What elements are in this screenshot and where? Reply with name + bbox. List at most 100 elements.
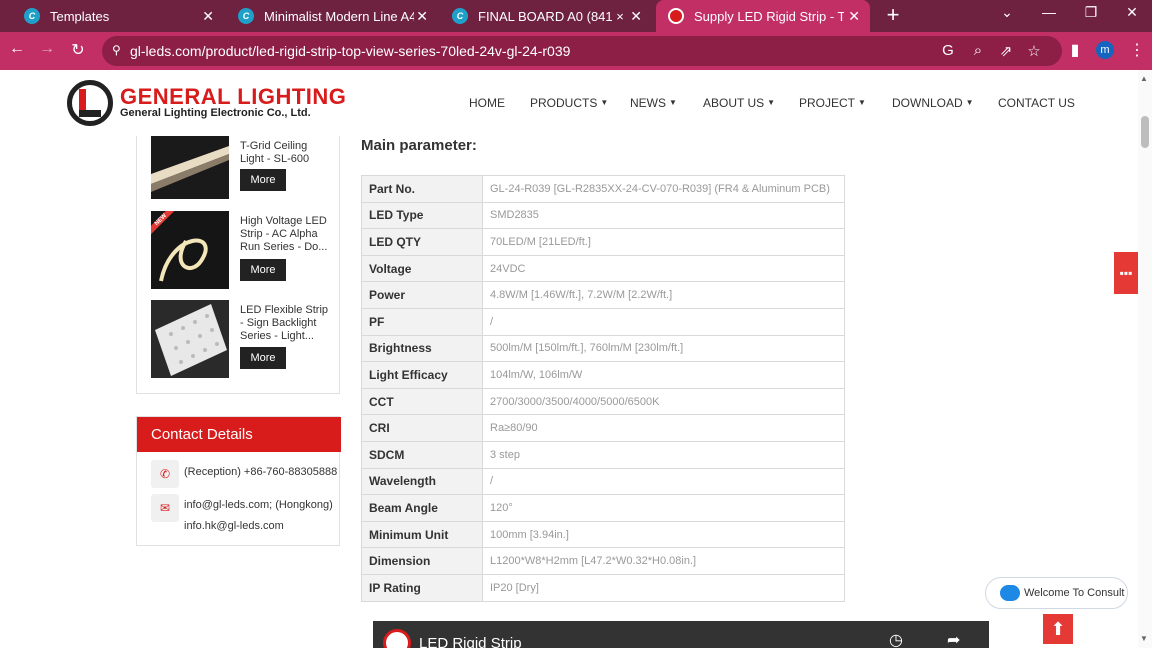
canva-icon: C bbox=[238, 8, 254, 24]
tab-title: Supply LED Rigid Strip - Top-Vi bbox=[694, 8, 844, 24]
site-header: GENERAL LIGHTING General Lighting Electr… bbox=[0, 70, 1138, 136]
nav-about-us[interactable]: ABOUT US ▼ bbox=[703, 96, 775, 110]
tab-final-board[interactable]: C FINAL BOARD A0 (841 × 1189 r ✕ bbox=[452, 0, 652, 32]
nav-products[interactable]: PRODUCTS ▼ bbox=[530, 96, 608, 110]
nav-download[interactable]: DOWNLOAD ▼ bbox=[892, 96, 974, 110]
param-key: Dimension bbox=[361, 547, 483, 575]
close-tab-icon[interactable]: ✕ bbox=[202, 8, 214, 25]
param-key: Light Efficacy bbox=[361, 361, 483, 389]
param-value: 4.8W/M [1.46W/ft.], 7.2W/M [2.2W/ft.] bbox=[482, 281, 845, 309]
nav-contact-us[interactable]: CONTACT US bbox=[998, 96, 1075, 110]
back-to-top-button[interactable]: ⬆ bbox=[1043, 614, 1073, 644]
scrollbar[interactable]: ▲ ▼ bbox=[1138, 70, 1152, 648]
tab-strip: C Templates ✕ C Minimalist Modern Line A… bbox=[0, 0, 1152, 32]
video-player[interactable]: LED Rigid Strip ◷ ➦ bbox=[373, 621, 989, 648]
param-value: 2700/3000/3500/4000/5000/6500K bbox=[482, 387, 845, 416]
contact-email-hk[interactable]: info.hk@gl-leds.com bbox=[184, 520, 284, 532]
profile-avatar[interactable]: m bbox=[1096, 41, 1114, 59]
forward-button[interactable]: → bbox=[36, 40, 58, 58]
video-title[interactable]: LED Rigid Strip bbox=[419, 635, 522, 648]
table-row: IP Rating IP20 [Dry] bbox=[361, 573, 845, 602]
more-button[interactable]: More bbox=[240, 347, 286, 369]
caret-down-icon: ▼ bbox=[669, 98, 677, 107]
table-row: Dimension L1200*W8*H2mm [L47.2*W0.32*H0.0… bbox=[361, 547, 845, 575]
param-value: 24VDC bbox=[482, 254, 845, 283]
logo-subtitle: General Lighting Electronic Co., Ltd. bbox=[120, 107, 311, 119]
general-lighting-logo-icon[interactable] bbox=[67, 80, 113, 126]
side-panel-icon[interactable]: ▮ bbox=[1064, 40, 1086, 60]
nav-label: CONTACT US bbox=[998, 96, 1075, 110]
param-value: 70LED/M [21LED/ft.] bbox=[482, 228, 845, 256]
product-image[interactable] bbox=[151, 136, 229, 199]
nav-label: NEWS bbox=[630, 96, 666, 110]
chat-icon[interactable]: ▪▪▪ bbox=[1114, 252, 1138, 294]
param-value: 3 step bbox=[482, 440, 845, 469]
table-row: LED Type SMD2835 bbox=[361, 201, 845, 230]
param-value: 500lm/M [150lm/ft.], 760lm/M [230lm/ft.] bbox=[482, 334, 845, 363]
more-button[interactable]: More bbox=[240, 259, 286, 281]
close-tab-icon[interactable]: ✕ bbox=[848, 8, 860, 25]
param-key: LED QTY bbox=[361, 228, 483, 256]
tab-minimalist[interactable]: C Minimalist Modern Line A4 Stat ✕ bbox=[238, 0, 438, 32]
minimize-button[interactable]: — bbox=[1038, 4, 1060, 20]
scroll-up-icon[interactable]: ▲ bbox=[1140, 74, 1148, 83]
new-tab-button[interactable]: + bbox=[880, 3, 906, 29]
param-key: Voltage bbox=[361, 254, 483, 283]
param-key: CRI bbox=[361, 414, 483, 442]
param-key: LED Type bbox=[361, 201, 483, 230]
close-tab-icon[interactable]: ✕ bbox=[416, 8, 428, 25]
address-bar[interactable]: ⚲ gl-leds.com/product/led-rigid-strip-to… bbox=[102, 36, 1062, 66]
caret-down-icon: ▼ bbox=[965, 98, 974, 107]
watch-later-icon[interactable]: ◷ bbox=[889, 630, 903, 648]
param-key: Beam Angle bbox=[361, 494, 483, 522]
table-row: LED QTY 70LED/M [21LED/ft.] bbox=[361, 228, 845, 256]
table-row: Power 4.8W/M [1.46W/ft.], 7.2W/M [2.2W/ft… bbox=[361, 281, 845, 309]
back-button[interactable]: ← bbox=[6, 40, 28, 58]
table-row: Part No. GL-24-R039 [GL-R2835XX-24-CV-070… bbox=[361, 175, 845, 203]
contact-email[interactable]: info@gl-leds.com; (Hongkong) bbox=[184, 499, 333, 511]
scroll-down-icon[interactable]: ▼ bbox=[1140, 634, 1148, 643]
toolbar: ← → ↻ ⚲ gl-leds.com/product/led-rigid-st… bbox=[0, 32, 1152, 70]
share-icon[interactable]: ⇗ bbox=[996, 42, 1016, 60]
param-key: Brightness bbox=[361, 334, 483, 363]
table-row: PF / bbox=[361, 307, 845, 336]
share-icon[interactable]: ➦ bbox=[947, 630, 960, 648]
reload-button[interactable]: ↻ bbox=[67, 40, 89, 60]
scrollbar-thumb[interactable] bbox=[1141, 116, 1149, 148]
table-row: Light Efficacy 104lm/W, 106lm/W bbox=[361, 361, 845, 389]
product-name[interactable]: T-Grid Ceiling Light - SL-600 bbox=[240, 140, 332, 166]
nav-news[interactable]: NEWS ▼ bbox=[630, 96, 677, 110]
tab-templates[interactable]: C Templates ✕ bbox=[24, 0, 224, 32]
param-key: Wavelength bbox=[361, 467, 483, 496]
product-name[interactable]: High Voltage LED Strip - AC Alpha Run Se… bbox=[240, 215, 332, 254]
restore-button[interactable]: ❐ bbox=[1080, 4, 1102, 21]
table-row: Brightness 500lm/M [150lm/ft.], 760lm/M [… bbox=[361, 334, 845, 363]
table-row: Beam Angle 120° bbox=[361, 494, 845, 522]
close-window-button[interactable]: ✕ bbox=[1121, 4, 1143, 21]
bookmark-star-icon[interactable]: ☆ bbox=[1024, 42, 1044, 60]
nav-home[interactable]: HOME bbox=[469, 96, 505, 110]
param-key: SDCM bbox=[361, 440, 483, 469]
parameter-table: Part No. GL-24-R039 [GL-R2835XX-24-CV-070… bbox=[361, 175, 845, 602]
nav-project[interactable]: PROJECT ▼ bbox=[799, 96, 866, 110]
tab-search-icon[interactable]: ⌄ bbox=[996, 4, 1018, 21]
nav-label: HOME bbox=[469, 96, 505, 110]
more-button[interactable]: More bbox=[240, 169, 286, 191]
param-value: IP20 [Dry] bbox=[482, 573, 845, 602]
google-icon[interactable]: G bbox=[938, 42, 958, 59]
product-image[interactable]: NEW bbox=[151, 211, 229, 289]
contact-phone: (Reception) +86-760-88305888 bbox=[184, 466, 338, 478]
consult-label: Welcome To Consult bbox=[1024, 587, 1125, 599]
nav-label: DOWNLOAD bbox=[892, 96, 963, 110]
product-name[interactable]: LED Flexible Strip - Sign Backlight Seri… bbox=[240, 304, 332, 343]
more-menu-icon[interactable]: ⋮ bbox=[1126, 40, 1148, 60]
close-tab-icon[interactable]: ✕ bbox=[630, 8, 642, 25]
url-text: gl-leds.com/product/led-rigid-strip-top-… bbox=[130, 43, 571, 59]
site-info-icon[interactable]: ⚲ bbox=[112, 43, 121, 57]
product-image[interactable] bbox=[151, 300, 229, 378]
zoom-search-icon[interactable]: ⌕ bbox=[968, 42, 988, 59]
table-row: Voltage 24VDC bbox=[361, 254, 845, 283]
consult-button[interactable]: Welcome To Consult bbox=[985, 577, 1128, 609]
channel-logo-icon bbox=[383, 629, 411, 648]
tab-supply-led[interactable]: Supply LED Rigid Strip - Top-Vi ✕ bbox=[656, 0, 870, 32]
